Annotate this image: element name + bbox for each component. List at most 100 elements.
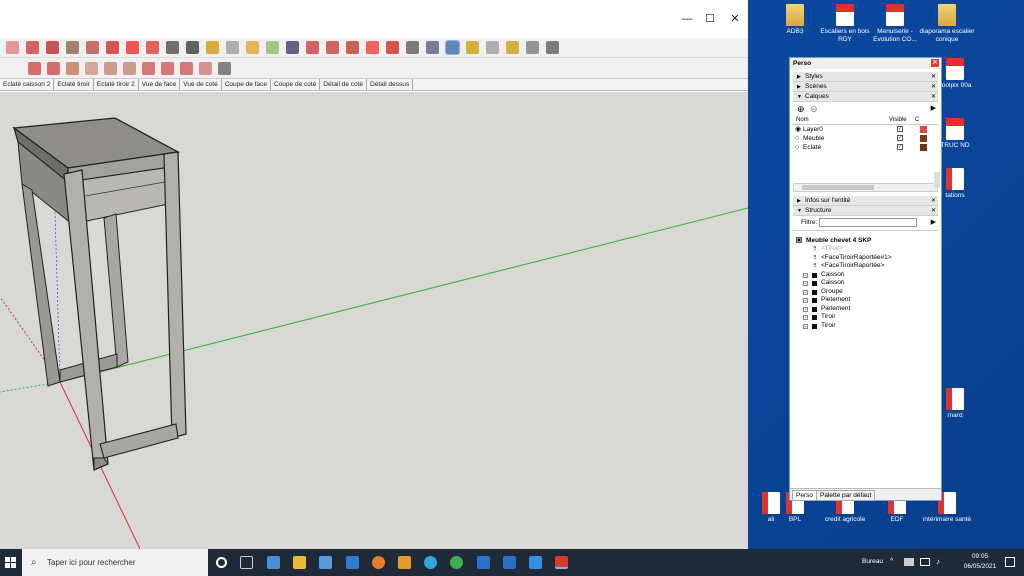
toolbar-tool-icon[interactable] <box>386 41 399 54</box>
toolbar-tool-icon[interactable] <box>186 41 199 54</box>
drawing-tool-icon[interactable] <box>142 62 155 75</box>
scene-tab[interactable]: Coupe de coté <box>271 79 321 90</box>
close-icon[interactable]: ✕ <box>931 82 936 92</box>
scene-tab[interactable]: Détail dessus <box>367 79 414 90</box>
outliner-item[interactable]: + Caisson <box>799 271 938 280</box>
edge-icon[interactable] <box>424 556 437 569</box>
tray-entity-info[interactable]: ▶ Infos sur l'entité ✕ <box>793 196 938 206</box>
store-icon[interactable] <box>267 556 280 569</box>
outliner-item[interactable]: + Tiroir <box>799 313 938 322</box>
close-icon[interactable]: ✕ <box>931 92 936 102</box>
network-icon[interactable] <box>920 558 930 566</box>
volume-icon[interactable]: ♪ <box>936 557 940 566</box>
toolbar-tool-icon[interactable] <box>406 41 419 54</box>
toolbar-tool-icon[interactable] <box>6 41 19 54</box>
expand-plus-icon[interactable]: + <box>803 306 808 312</box>
chevron-up-icon[interactable]: ^ <box>890 558 893 565</box>
expand-plus-icon[interactable]: + <box>803 272 808 278</box>
outliner-item[interactable]: + Groupe <box>799 288 938 297</box>
toolbar-tool-icon[interactable] <box>146 41 159 54</box>
outliner-item[interactable]: ⠿ <Tiroir> <box>799 245 938 254</box>
tab-perso[interactable]: Perso <box>792 490 817 501</box>
app-icon[interactable] <box>398 556 411 569</box>
tab-palette-defaut[interactable]: Palette par défaut <box>816 490 876 501</box>
scene-tab[interactable]: Coupe de face <box>222 79 271 90</box>
toolbar-tool-icon[interactable] <box>86 41 99 54</box>
toolbar-tool-icon[interactable] <box>266 41 279 54</box>
layers-scrollbar[interactable] <box>793 183 938 192</box>
layer-row[interactable]: ◉ Layer0 ✓ <box>793 125 938 134</box>
toolbar-tool-icon[interactable] <box>346 41 359 54</box>
toolbar-tool-icon[interactable] <box>366 41 379 54</box>
drawing-tool-icon[interactable] <box>47 62 60 75</box>
drawing-tool-icon[interactable] <box>199 62 212 75</box>
delete-layer-icon[interactable]: ⊖ <box>810 104 818 115</box>
toolbar-tool-icon[interactable] <box>126 41 139 54</box>
notifications-icon[interactable] <box>1005 557 1015 567</box>
visible-checkbox[interactable]: ✓ <box>897 135 903 141</box>
active-layer-radio[interactable]: ○ <box>795 134 799 143</box>
layer-row[interactable]: ○ Eclaté ✓ <box>793 143 938 152</box>
windows-start-icon[interactable] <box>5 557 16 568</box>
drawing-tool-icon[interactable] <box>123 62 136 75</box>
drawing-tool-icon[interactable] <box>66 62 79 75</box>
scrollbar-thumb[interactable] <box>802 185 874 190</box>
close-icon[interactable]: ✕ <box>931 196 936 206</box>
filter-input[interactable] <box>819 218 917 227</box>
close-icon[interactable]: ✕ <box>931 206 936 216</box>
toolbar-tool-icon[interactable] <box>426 41 439 54</box>
word-icon[interactable] <box>503 556 516 569</box>
perso-close-button[interactable]: ✕ <box>931 59 939 67</box>
clock-date[interactable]: 06/05/2021 <box>960 563 1000 570</box>
drawing-tool-icon[interactable] <box>85 62 98 75</box>
tray-scenes[interactable]: ▶ Scènes ✕ <box>793 82 938 92</box>
hp-icon[interactable] <box>477 556 490 569</box>
3d-viewport[interactable] <box>0 92 748 549</box>
active-layer-radio[interactable]: ○ <box>795 143 799 152</box>
toolbar-tool-icon[interactable] <box>486 41 499 54</box>
toolbar-tool-icon[interactable] <box>445 40 460 55</box>
drawing-tool-icon[interactable] <box>218 62 231 75</box>
toolbar-tool-icon[interactable] <box>326 41 339 54</box>
tray-outliner[interactable]: ▼ Structure ✕ <box>793 206 938 216</box>
drawing-tool-icon[interactable] <box>161 62 174 75</box>
sketchup-taskbar-icon[interactable] <box>555 556 568 569</box>
toolbar-tool-icon[interactable] <box>66 41 79 54</box>
scene-tab[interactable]: Eclaté caisson 2 <box>0 79 55 90</box>
drawing-tool-icon[interactable] <box>104 62 117 75</box>
toolbar-tool-icon[interactable] <box>206 41 219 54</box>
layer-color-swatch[interactable] <box>920 144 927 151</box>
nightstand-model[interactable] <box>12 117 187 471</box>
visible-checkbox[interactable]: ✓ <box>897 144 903 150</box>
outliner-root[interactable]: ▣ Meuble chevet 4 SKP <box>793 236 938 245</box>
file-explorer-icon[interactable] <box>293 556 306 569</box>
toolbar-tool-icon[interactable] <box>306 41 319 54</box>
expand-plus-icon[interactable]: + <box>803 281 808 286</box>
chrome-icon[interactable] <box>450 556 463 569</box>
scene-tab[interactable]: Détail de coté <box>320 79 368 90</box>
layer-details-icon[interactable]: ▶ <box>931 104 936 112</box>
toolbar-tool-icon[interactable] <box>546 41 559 54</box>
close-button[interactable]: ✕ <box>728 12 742 26</box>
panel-scrollbar[interactable] <box>934 172 940 188</box>
desktop-icon[interactable]: diaporama escalier conique <box>916 4 978 44</box>
toolbar-tool-icon[interactable] <box>286 41 299 54</box>
toolbar-tool-icon[interactable] <box>26 41 39 54</box>
scene-tab[interactable]: Vue de coté <box>180 79 222 90</box>
tray-app-icon[interactable] <box>904 558 914 566</box>
toolbar-tool-icon[interactable] <box>466 41 479 54</box>
outliner-item[interactable]: ⠿ <FaceTiroirRaportée#1> <box>799 254 938 263</box>
drawing-tool-icon[interactable] <box>180 62 193 75</box>
desktop-label[interactable]: Bureau <box>862 558 883 565</box>
layer-color-swatch[interactable] <box>920 126 927 133</box>
toolbar-tool-icon[interactable] <box>106 41 119 54</box>
maximize-button[interactable]: ☐ <box>703 12 717 26</box>
expand-plus-icon[interactable]: + <box>803 289 808 295</box>
add-layer-icon[interactable]: ⊕ <box>797 104 805 115</box>
minimize-button[interactable]: — <box>680 12 694 26</box>
expand-plus-icon[interactable]: + <box>803 315 808 320</box>
toolbar-tool-icon[interactable] <box>166 41 179 54</box>
app-icon[interactable] <box>529 556 542 569</box>
drawing-tool-icon[interactable] <box>28 62 41 75</box>
taskbar-search-box[interactable]: ⌕ Taper ici pour rechercher <box>22 549 208 576</box>
